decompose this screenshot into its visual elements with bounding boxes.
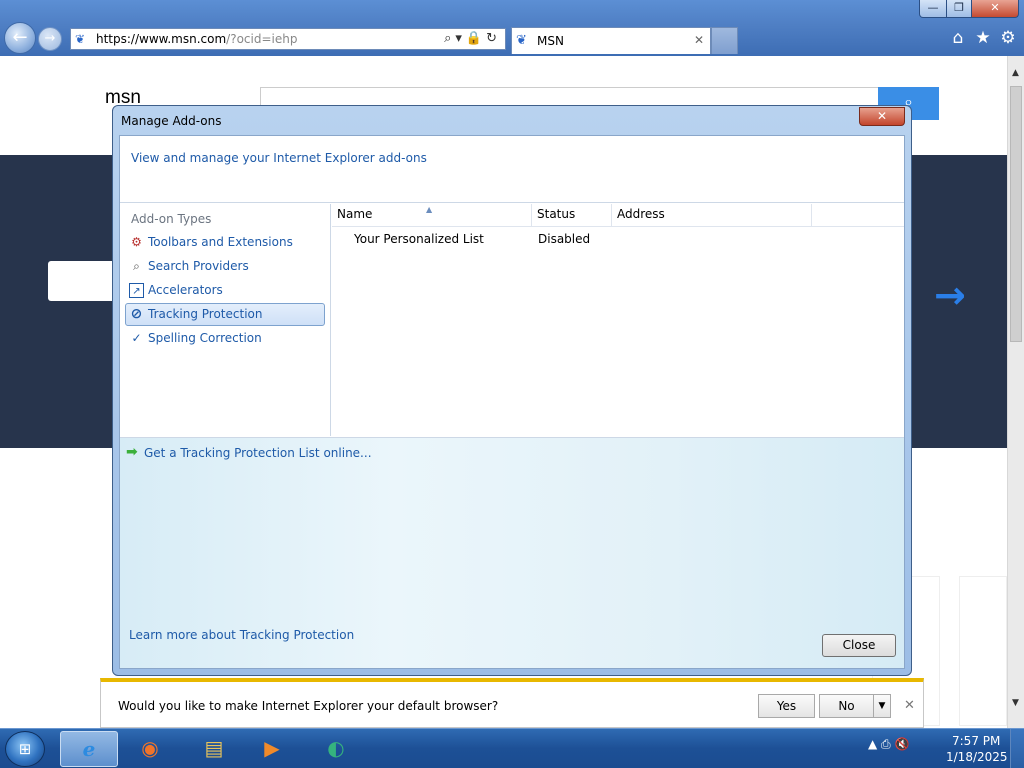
column-header-empty (812, 204, 904, 227)
column-header-label: Address (617, 207, 665, 221)
url-path: /?ocid=iehp (226, 32, 298, 46)
addon-type-label: Spelling Correction (148, 331, 262, 345)
home-icon[interactable]: ⌂ (948, 28, 968, 48)
dialog-header-text: View and manage your Internet Explorer a… (131, 151, 427, 165)
notification-message: Would you like to make Internet Explorer… (118, 699, 499, 713)
addon-type-label: Toolbars and Extensions (148, 235, 293, 249)
addon-type-toolbars-extensions[interactable]: ⚙ Toolbars and Extensions (125, 231, 325, 254)
get-tracking-list-link[interactable]: Get a Tracking Protection List online... (144, 446, 372, 460)
column-header-status[interactable]: Status (532, 204, 612, 227)
tracking-protection-icon: ⊘ (130, 306, 143, 322)
addon-type-label: Accelerators (148, 283, 223, 297)
addon-type-accelerators[interactable]: ↗ Accelerators (125, 279, 325, 302)
close-button[interactable]: Close (822, 634, 896, 657)
dialog-header: View and manage your Internet Explorer a… (120, 136, 904, 203)
taskbar: ⊞ e ◉ ▤ ▶ ◐ ▲ ⎙ 🔇 7:57 PM 1/18/2025 (0, 728, 1024, 768)
content-card[interactable] (959, 576, 1007, 726)
url-host: https://www.msn.com (96, 32, 227, 46)
msn-favicon-icon: ❦ (75, 32, 86, 46)
yes-button[interactable]: Yes (758, 694, 815, 718)
search-icon: ⌕ (133, 259, 140, 273)
scroll-down-icon[interactable]: ▼ (1012, 698, 1019, 708)
addon-list-pane: ▲ Name Status Address Your Personalized … (332, 204, 904, 436)
row-name: Your Personalized List (354, 232, 484, 246)
new-tab-button[interactable] (711, 27, 738, 54)
learn-more-link[interactable]: Learn more about Tracking Protection (129, 628, 354, 642)
manage-addons-dialog: Manage Add-ons ✕ View and manage your In… (112, 105, 912, 676)
maximize-button[interactable]: ❐ (946, 0, 972, 18)
addon-type-label: Tracking Protection (148, 307, 263, 321)
tab-close-icon[interactable]: ✕ (694, 33, 704, 47)
column-header-address[interactable]: Address (612, 204, 812, 227)
green-arrow-icon: ➡ (126, 444, 138, 460)
scroll-up-icon[interactable]: ▲ (1012, 68, 1019, 78)
dialog-close-x-button[interactable]: ✕ (859, 107, 905, 126)
browser-frame: — ❐ ✕ ← → ❦ https://www.msn.com/?ocid=ie… (0, 0, 1024, 56)
clock-time[interactable]: 7:57 PM (952, 734, 1000, 748)
file-explorer-icon[interactable]: ▤ (185, 731, 243, 767)
column-header-label: Status (537, 207, 576, 221)
media-player-icon[interactable]: ▶ (243, 731, 301, 767)
addon-types-title: Add-on Types (131, 212, 212, 226)
addon-type-search-providers[interactable]: ⌕ Search Providers (125, 255, 325, 278)
back-button[interactable]: ← (4, 22, 36, 54)
tab-msn[interactable]: ❦ MSN ✕ (511, 27, 711, 54)
addon-types-pane: Add-on Types ⚙ Toolbars and Extensions ⌕… (120, 204, 331, 436)
sort-caret-icon: ▲ (426, 205, 433, 214)
start-button[interactable]: ⊞ (5, 731, 45, 767)
msn-butterfly-icon: ❦ (516, 33, 527, 48)
clock-date[interactable]: 1/18/2025 (946, 750, 1008, 764)
minimize-button[interactable]: — (919, 0, 947, 18)
details-pane: ➡ Get a Tracking Protection List online.… (120, 437, 904, 668)
page-scrollbar[interactable]: ▲ ▼ (1007, 56, 1024, 728)
chevron-down-icon[interactable]: ▼ (873, 694, 891, 718)
window-close-button[interactable]: ✕ (971, 0, 1019, 18)
address-bar[interactable]: ❦ https://www.msn.com/?ocid=iehp ⌕▾🔒↻ (70, 28, 506, 50)
banner-input[interactable] (48, 261, 118, 301)
show-desktop-button[interactable] (1010, 729, 1024, 768)
dialog-body: View and manage your Internet Explorer a… (119, 135, 905, 669)
default-browser-notification: Would you like to make Internet Explorer… (100, 678, 924, 728)
scroll-thumb[interactable] (1010, 86, 1022, 342)
system-tray-icons[interactable]: ▲ ⎙ 🔇 (868, 737, 909, 752)
addon-type-label: Search Providers (148, 259, 249, 273)
tab-label: MSN (537, 34, 564, 48)
addon-type-tracking-protection[interactable]: ⊘ Tracking Protection (125, 303, 325, 326)
favorites-star-icon[interactable]: ★ (973, 28, 993, 48)
dialog-title: Manage Add-ons (121, 114, 222, 128)
column-header-label: Name (337, 207, 373, 221)
arrow-right-icon[interactable]: → (934, 273, 966, 317)
url-text[interactable]: https://www.msn.com/?ocid=iehp (96, 32, 297, 46)
addon-type-spelling-correction[interactable]: ✓ Spelling Correction (125, 327, 325, 350)
tools-gear-icon[interactable]: ⚙ (998, 28, 1018, 48)
column-header-name[interactable]: ▲ Name (332, 204, 532, 227)
firefox-icon[interactable]: ◉ (121, 731, 179, 767)
address-tools-icons[interactable]: ⌕▾🔒↻ (444, 31, 501, 46)
gear-icon: ⚙ (131, 235, 142, 249)
notification-close-icon[interactable]: ✕ (904, 698, 915, 713)
spelling-check-icon: ✓ (131, 331, 142, 345)
app-icon[interactable]: ◐ (307, 731, 365, 767)
internet-explorer-icon[interactable]: e (60, 731, 118, 767)
row-status: Disabled (538, 232, 591, 246)
no-button[interactable]: No (819, 694, 874, 718)
forward-button[interactable]: → (38, 27, 62, 51)
accelerator-icon: ↗ (129, 283, 144, 298)
